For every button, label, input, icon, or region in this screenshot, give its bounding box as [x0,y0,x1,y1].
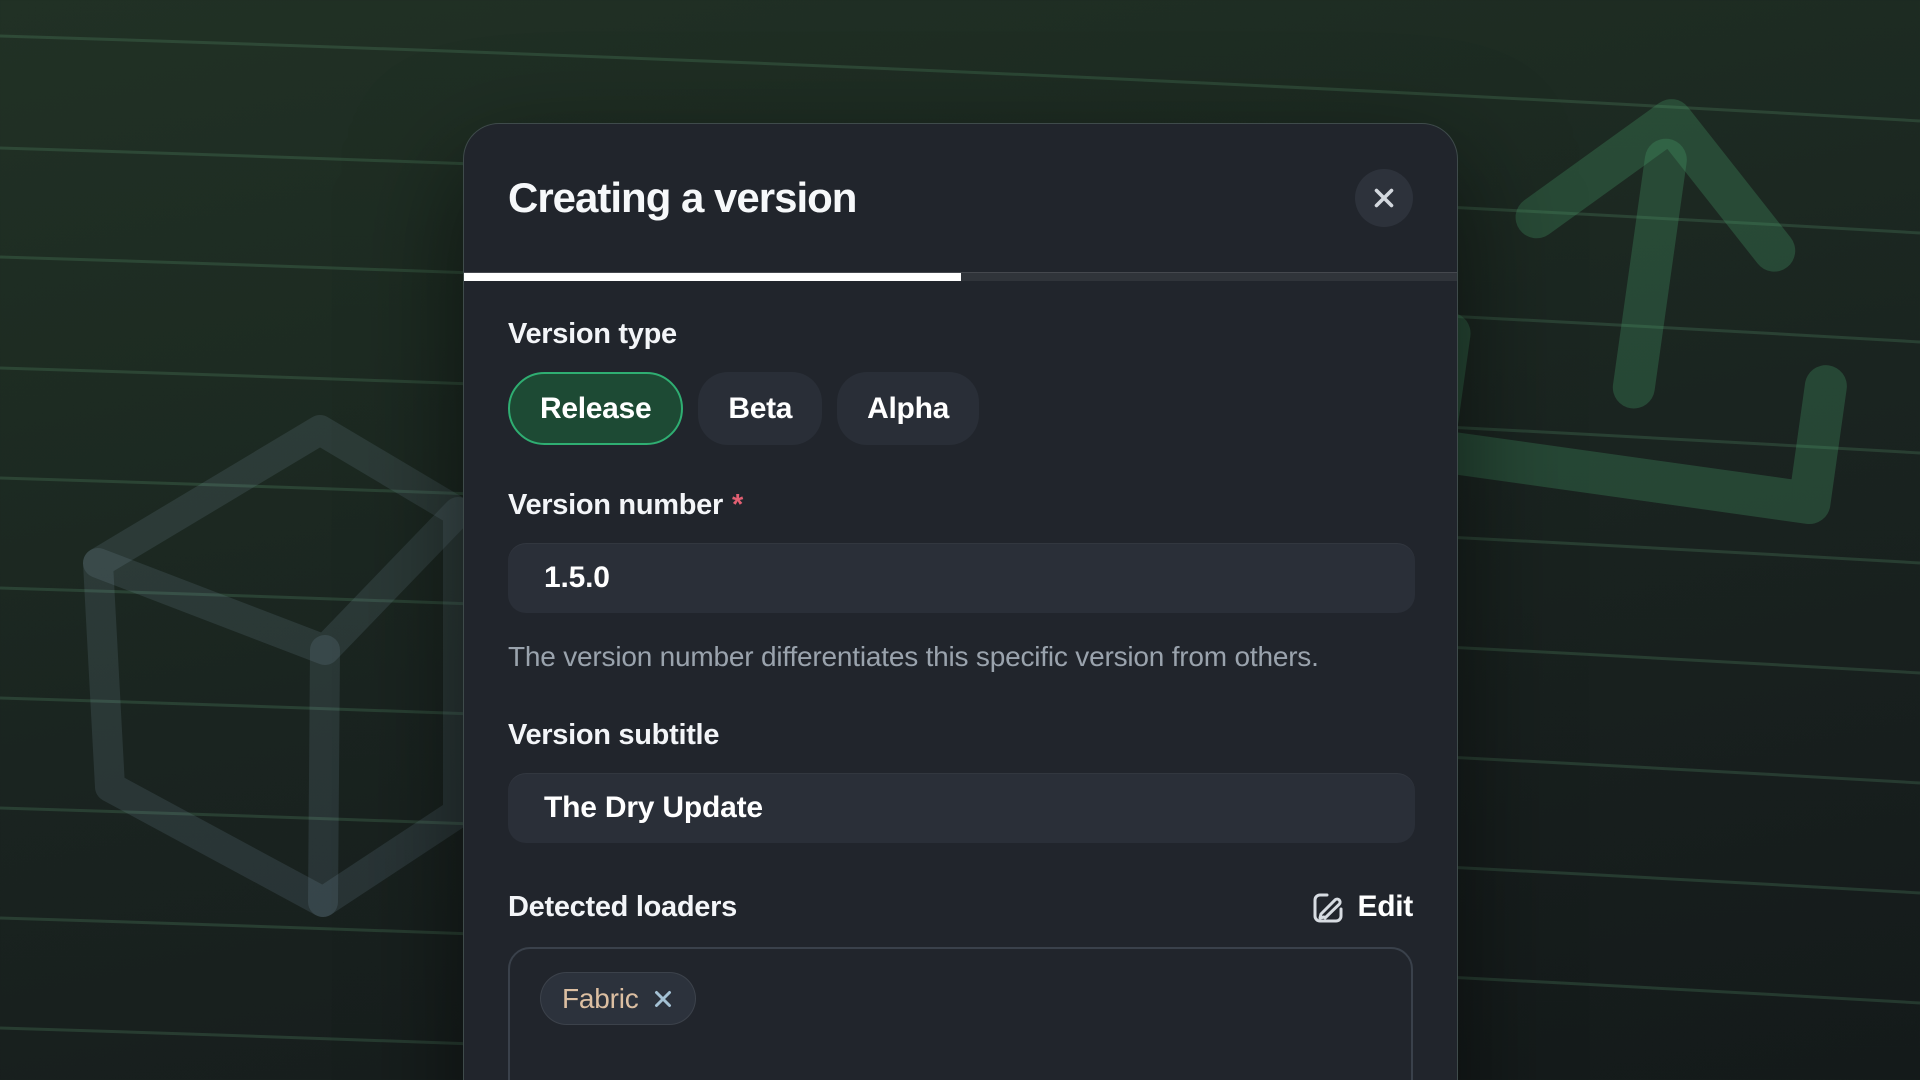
loader-chip-label: Fabric [562,983,639,1015]
detected-loaders-header: Detected loaders Edit [508,884,1413,930]
detected-loaders-section: Detected loaders Edit Fabric [508,884,1413,1080]
version-subtitle-input[interactable] [508,773,1415,843]
cube-wireframe-icon [98,430,458,902]
create-version-modal: Creating a version Version type Release … [463,123,1458,1080]
version-type-release-button[interactable]: Release [508,372,683,445]
modal-title: Creating a version [508,174,856,222]
modal-header: Creating a version [464,124,1457,272]
version-type-label: Version type [508,318,1413,351]
version-number-input[interactable] [508,543,1415,613]
close-icon [1369,183,1399,213]
progress-fill [464,273,961,281]
version-type-beta-button[interactable]: Beta [698,372,822,445]
version-subtitle-label: Version subtitle [508,719,1413,752]
modal-body: Version type Release Beta Alpha Version … [464,281,1457,1080]
version-type-alpha-button[interactable]: Alpha [837,372,979,445]
loader-chip-fabric: Fabric [540,972,696,1025]
upload-arrow-icon [1433,94,1859,503]
edit-icon [1311,890,1345,924]
remove-loader-icon[interactable] [652,988,674,1010]
version-subtitle-section: Version subtitle [508,719,1413,843]
version-number-label: Version number* [508,489,1413,522]
version-number-help: The version number differentiates this s… [508,635,1388,679]
detected-loaders-box: Fabric [508,947,1413,1080]
edit-loaders-button[interactable]: Edit [1311,890,1413,924]
edit-button-label: Edit [1358,890,1413,924]
detected-loaders-label: Detected loaders [508,891,737,924]
required-asterisk: * [732,489,743,521]
close-button[interactable] [1355,169,1413,227]
version-type-section: Version type Release Beta Alpha [508,318,1413,445]
version-number-section: Version number* The version number diffe… [508,489,1413,679]
version-type-options: Release Beta Alpha [508,372,1413,445]
progress-track [464,272,1457,281]
